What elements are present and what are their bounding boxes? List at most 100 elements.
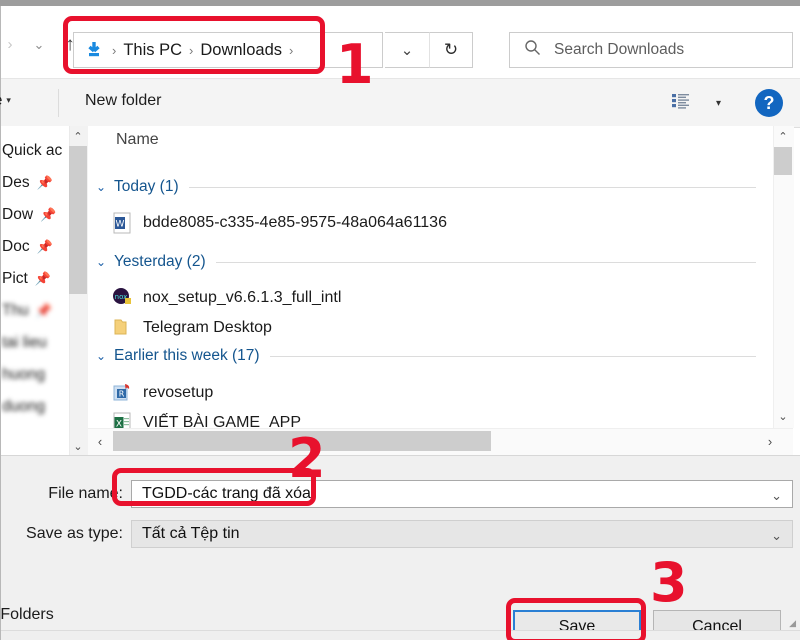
breadcrumb-item-downloads[interactable]: Downloads	[200, 41, 282, 60]
sidebar-item-label: duong	[2, 398, 46, 415]
folder-icon	[112, 317, 134, 339]
search-box[interactable]: Search Downloads	[509, 32, 793, 68]
sidebar-item-label: Dow	[2, 206, 34, 223]
group-label: Earlier this week (17)	[114, 347, 260, 364]
sidebar-item-label: Pict	[2, 270, 28, 287]
sidebar-item-quick-access[interactable]: Quick ac	[1, 136, 62, 166]
sidebar-item-documents[interactable]: Doc 📌	[1, 232, 53, 262]
forward-button[interactable]: ›	[0, 32, 23, 58]
file-name: VIẾT BÀI GAME_APP	[143, 414, 301, 428]
refresh-button[interactable]: ↻	[429, 32, 473, 68]
sidebar-item-blurred-3[interactable]: huong	[1, 360, 45, 390]
sidebar-item-label: Doc	[2, 238, 30, 255]
excel-document-icon: X	[112, 412, 134, 428]
file-name-input[interactable]: TGDD-các trang đã xóa ⌄	[131, 480, 793, 508]
chevron-down-icon: ▾	[6, 95, 11, 105]
group-label: Today (1)	[114, 178, 179, 195]
breadcrumb-separator[interactable]: ›	[189, 43, 193, 58]
sidebar-item-blurred-2[interactable]: tai lieu	[1, 328, 47, 358]
group-header-today[interactable]: ⌄ Today (1)	[96, 178, 756, 196]
file-list-scroll-right-chevron-right-icon[interactable]: ›	[759, 428, 781, 454]
hide-folders-button[interactable]: e Folders	[0, 606, 54, 624]
pin-icon[interactable]: 📌	[35, 271, 51, 287]
navigation-bar: › ⌄ ↑ › This PC › Downloads › ⌄ ↻ Search…	[1, 6, 800, 78]
chevron-down-icon[interactable]: ⌄	[771, 488, 782, 504]
sidebar-item-pictures[interactable]: Pict 📌	[1, 264, 51, 294]
pin-icon[interactable]: 📌	[37, 239, 53, 255]
list-item[interactable]: nox nox_setup_v6.6.1.3_full_intl	[112, 285, 341, 311]
sidebar-item-label: tai lieu	[2, 334, 47, 351]
group-divider	[215, 261, 756, 263]
file-name: nox_setup_v6.6.1.3_full_intl	[143, 289, 342, 306]
file-name-label: File name:	[48, 485, 123, 502]
file-name: Telegram Desktop	[143, 319, 272, 336]
breadcrumb-item-this-pc[interactable]: This PC	[123, 41, 182, 60]
group-label: Yesterday (2)	[114, 253, 206, 270]
organize-label: nize	[0, 92, 2, 109]
chevron-down-icon[interactable]: ⌄	[96, 180, 114, 194]
file-name: revosetup	[143, 384, 214, 401]
toolbar-divider	[58, 89, 59, 117]
group-header-earlier-this-week[interactable]: ⌄ Earlier this week (17)	[96, 347, 756, 365]
chevron-down-icon[interactable]: ⌄	[771, 528, 782, 544]
new-folder-button[interactable]: New folder	[85, 92, 161, 110]
help-question-icon[interactable]: ?	[755, 89, 783, 117]
column-header-name[interactable]: Name	[116, 131, 159, 149]
breadcrumb-separator: ›	[112, 42, 117, 58]
chevron-down-icon[interactable]: ⌄	[96, 255, 114, 269]
file-name: bdde8085-c335-4e85-9575-48a064a61136	[143, 214, 447, 231]
sidebar-item-label: Des	[2, 174, 30, 191]
list-item[interactable]: X VIẾT BÀI GAME_APP	[112, 410, 301, 428]
resize-grip[interactable]: ◢	[789, 618, 797, 629]
annotation-number-1: 1	[336, 33, 374, 96]
list-item[interactable]: W bdde8085-c335-4e85-9575-48a064a61136	[112, 210, 447, 236]
pin-icon[interactable]: 📌	[40, 207, 56, 223]
file-name-value: TGDD-các trang đã xóa	[142, 485, 311, 502]
sidebar-item-downloads[interactable]: Dow 📌	[1, 200, 56, 230]
address-dropdown-button[interactable]: ⌄	[385, 32, 429, 68]
file-list: Name ⌄ Today (1) W bdde8085-c335-4e85-95…	[88, 126, 773, 428]
save-as-type-label: Save as type:	[26, 525, 123, 542]
chevron-down-icon[interactable]: ⌄	[96, 349, 114, 363]
nox-player-icon: nox	[112, 287, 134, 309]
file-list-scroll-left-chevron-left-icon[interactable]: ‹	[89, 428, 111, 454]
recent-locations-button[interactable]: ⌄	[26, 32, 52, 58]
list-item[interactable]: Telegram Desktop	[112, 315, 272, 341]
revo-uninstaller-icon: R	[112, 382, 134, 404]
sidebar-item-desktop[interactable]: Des 📌	[1, 168, 53, 198]
organize-button[interactable]: nize ▾	[0, 92, 11, 110]
svg-text:R: R	[119, 390, 125, 399]
file-list-vertical-scrollbar-thumb[interactable]	[774, 147, 792, 175]
sidebar-item-label: Thu	[2, 302, 29, 319]
save-as-dialog: › ⌄ ↑ › This PC › Downloads › ⌄ ↻ Search…	[0, 0, 800, 640]
svg-text:X: X	[116, 420, 122, 429]
breadcrumb-separator-trailing[interactable]: ›	[289, 43, 293, 58]
sidebar-scroll-up-chevron-up-icon[interactable]: ⌃	[69, 126, 87, 146]
search-placeholder: Search Downloads	[554, 41, 685, 58]
downloads-arrow-icon	[83, 39, 105, 61]
annotation-number-3: 3	[650, 551, 688, 614]
group-divider	[188, 186, 756, 188]
group-divider	[269, 355, 756, 357]
sidebar-item-blurred-1[interactable]: Thu 📌	[1, 296, 52, 326]
toolbar: nize ▾ New folder ▾ ?	[0, 78, 800, 128]
group-header-yesterday[interactable]: ⌄ Yesterday (2)	[96, 253, 756, 271]
list-item[interactable]: R revosetup	[112, 380, 213, 406]
search-icon	[524, 39, 544, 61]
sidebar-item-label: Quick ac	[2, 142, 63, 159]
word-document-icon: W	[112, 212, 134, 234]
sidebar-scrollbar-thumb[interactable]	[69, 146, 87, 294]
status-strip	[1, 630, 800, 640]
sidebar-scroll-down-chevron-down-icon[interactable]: ⌄	[69, 436, 87, 456]
sidebar-item-label: huong	[2, 366, 46, 383]
pin-icon[interactable]: 📌	[37, 175, 53, 191]
save-as-type-value: Tất cả Tệp tin	[142, 525, 240, 542]
save-as-type-select[interactable]: Tất cả Tệp tin ⌄	[131, 520, 793, 548]
file-list-scroll-up-chevron-up-icon[interactable]: ⌃	[773, 126, 793, 146]
pin-icon[interactable]: 📌	[36, 303, 52, 319]
view-options-chevron-down-icon[interactable]: ▾	[716, 98, 721, 109]
annotation-number-2: 2	[288, 427, 326, 490]
list-view-icon[interactable]	[671, 92, 693, 114]
sidebar-item-blurred-4[interactable]: duong	[1, 392, 45, 422]
file-list-scroll-down-chevron-down-icon[interactable]: ⌄	[773, 406, 793, 426]
